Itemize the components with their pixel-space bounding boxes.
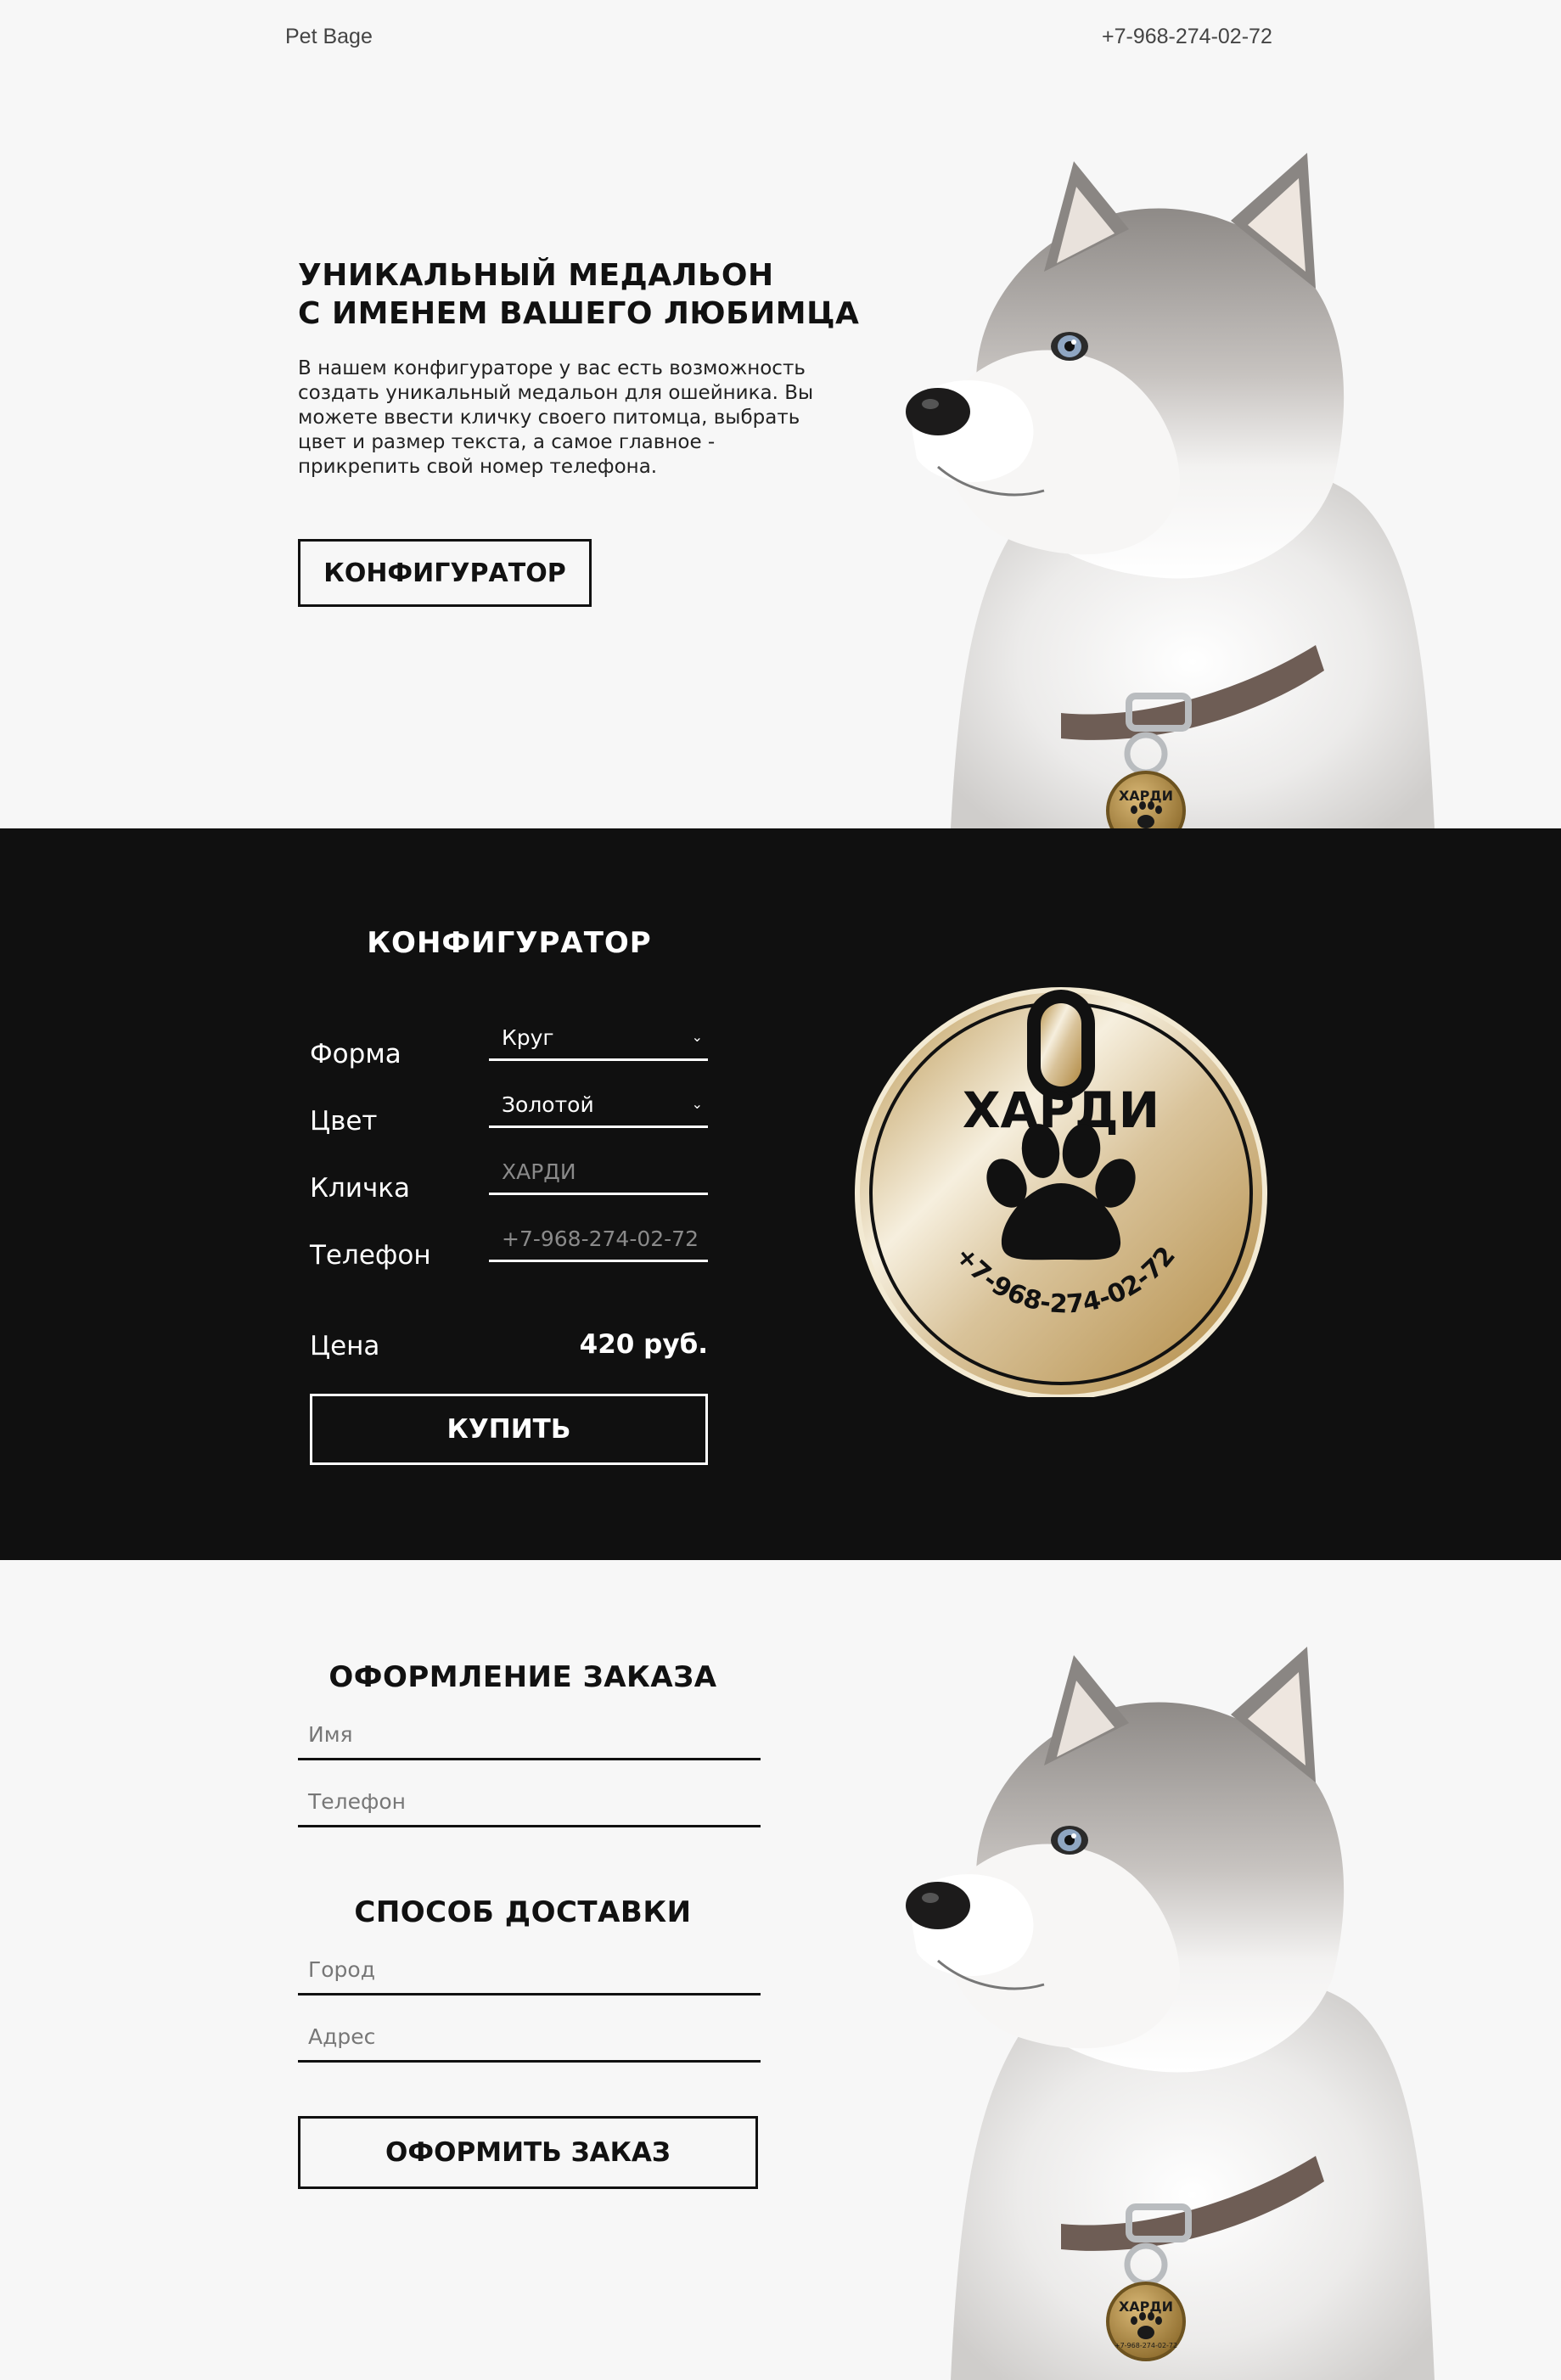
brand-logo[interactable]: Pet Bage (285, 25, 373, 49)
phone-label: Телефон (310, 1240, 431, 1271)
hero-title-line1: УНИКАЛЬНЫЙ МЕДАЛЬОН (298, 258, 774, 293)
hero-section: УНИКАЛЬНЫЙ МЕДАЛЬОН С ИМЕНЕМ ВАШЕГО ЛЮБИ… (0, 76, 1561, 850)
chevron-down-icon: ⌄ (691, 1096, 703, 1112)
delivery-title: СПОСОБ ДОСТАВКИ (354, 1895, 692, 1929)
submit-order-button[interactable]: ОФОРМИТЬ ЗАКАЗ (298, 2116, 758, 2189)
chevron-down-icon: ⌄ (691, 1029, 703, 1045)
tag-name: ХАРДИ (1119, 788, 1173, 804)
price-label: Цена (310, 1331, 380, 1361)
pet-name-input[interactable]: ХАРДИ (489, 1151, 708, 1195)
tag-phone: +7-968-274-02-72 (1115, 2342, 1177, 2349)
header-phone[interactable]: +7-968-274-02-72 (1102, 25, 1272, 49)
name-input[interactable]: Имя (298, 1711, 761, 1760)
phone-input[interactable]: +7-968-274-02-72 (489, 1218, 708, 1262)
configurator-title: КОНФИГУРАТОР (367, 926, 652, 960)
shape-label: Форма (310, 1039, 401, 1069)
medal-preview: ХАРДИ +7-968-274-02-72 (855, 987, 1267, 1397)
hero-description: В нашем конфигураторе у вас есть возможн… (298, 357, 814, 478)
configurator-section: КОНФИГУРАТОР Форма Круг ⌄ Цвет Золотой ⌄… (0, 828, 1561, 1560)
hero-title: УНИКАЛЬНЫЙ МЕДАЛЬОН С ИМЕНЕМ ВАШЕГО ЛЮБИ… (298, 256, 892, 333)
order-title: ОФОРМЛЕНИЕ ЗАКАЗА (328, 1660, 717, 1694)
address-input[interactable]: Адрес (298, 2013, 761, 2063)
color-select-value: Золотой (502, 1092, 594, 1117)
shape-select[interactable]: Круг ⌄ (489, 1017, 708, 1061)
city-input[interactable]: Город (298, 1946, 761, 1995)
configurator-button[interactable]: КОНФИГУРАТОР (298, 539, 592, 607)
husky-dog-image-bottom: ХАРДИ +7-968-274-02-72 (874, 1604, 1460, 2380)
husky-dog-image: ХАРДИ +7-968-274-02-72 (874, 127, 1460, 850)
medal-name: ХАРДИ (963, 1081, 1160, 1139)
color-select[interactable]: Золотой ⌄ (489, 1084, 708, 1128)
header: Pet Bage +7-968-274-02-72 (0, 0, 1561, 76)
name-label: Кличка (310, 1173, 411, 1204)
buy-button[interactable]: КУПИТЬ (310, 1394, 708, 1465)
hero-title-line2: С ИМЕНЕМ ВАШЕГО ЛЮБИМЦА (298, 296, 860, 331)
order-phone-input[interactable]: Телефон (298, 1778, 761, 1827)
price-value: 420 руб. (579, 1329, 708, 1360)
color-label: Цвет (310, 1106, 378, 1137)
tag-name: ХАРДИ (1119, 2299, 1173, 2315)
shape-select-value: Круг (502, 1025, 554, 1050)
